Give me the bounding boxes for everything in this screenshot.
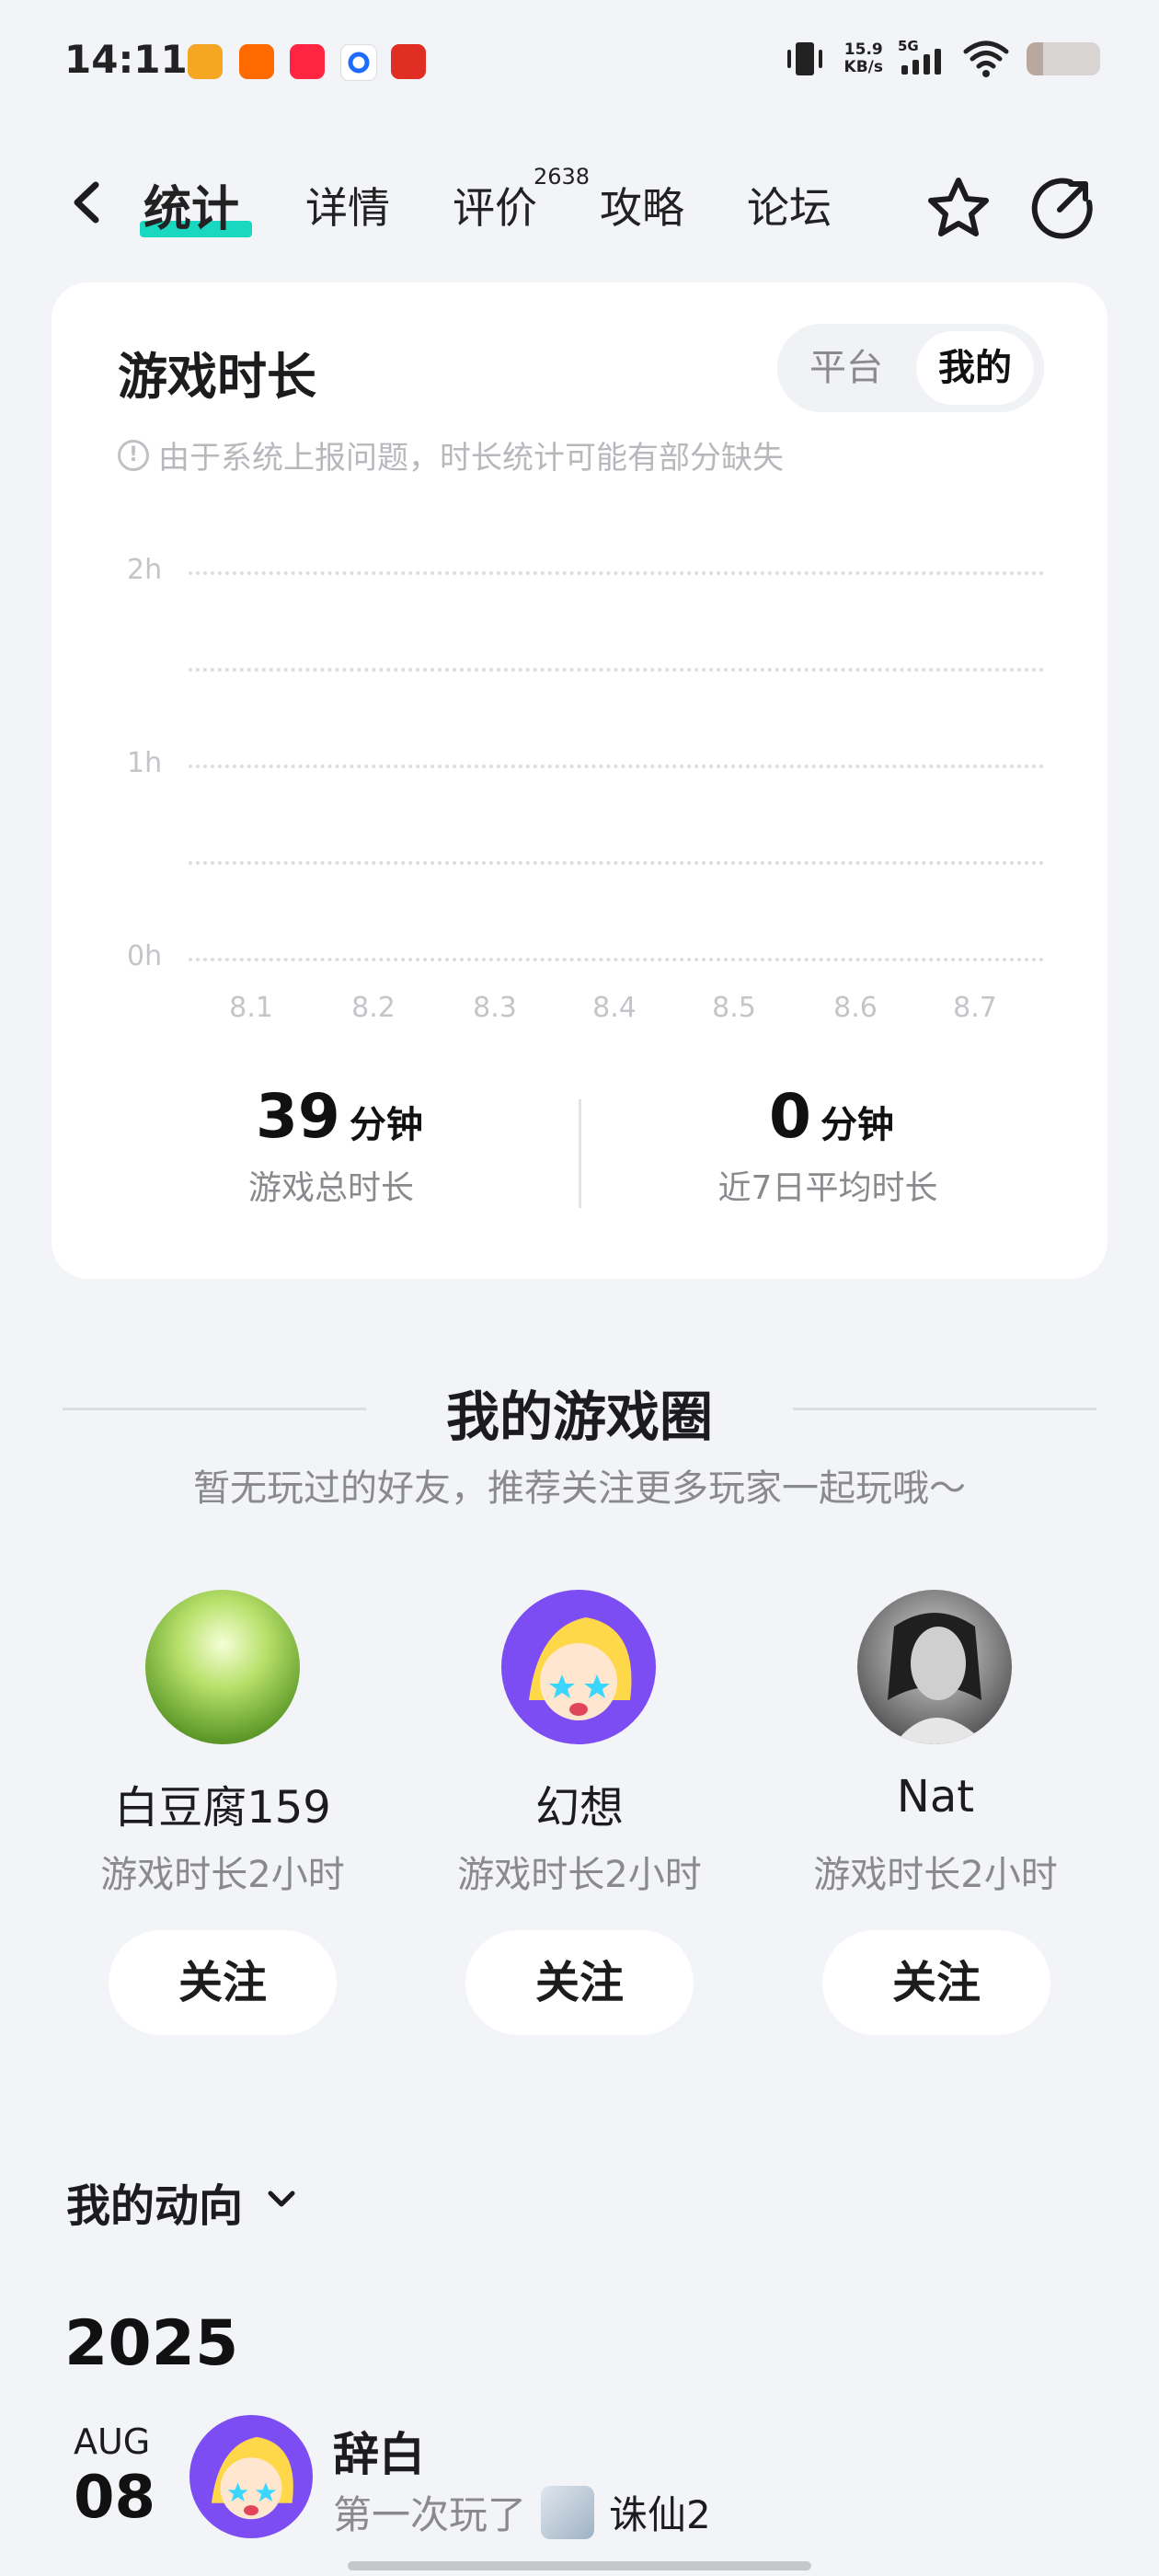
chevron-down-icon[interactable]: [261, 2179, 302, 2219]
data-missing-note: ! 由于系统上报问题，时长统计可能有部分缺失: [118, 432, 784, 477]
game-icon[interactable]: [541, 2485, 595, 2539]
activity-action: 第一次玩了: [333, 2492, 527, 2537]
tab-stats[interactable]: 统计: [143, 170, 239, 239]
x-tick-label: 8.1: [229, 992, 273, 1024]
info-icon: !: [118, 439, 149, 471]
toggle-mine[interactable]: 我的: [916, 331, 1034, 405]
follow-button[interactable]: 关注: [822, 1930, 1050, 2035]
total-playtime-value: 39: [256, 1081, 340, 1152]
signal-icon: 5G: [898, 38, 946, 75]
avg-playtime: 0 分钟: [769, 1081, 894, 1152]
x-tick-label: 8.5: [712, 992, 756, 1024]
avg-playtime-unit: 分钟: [820, 1104, 894, 1146]
x-tick-label: 8.3: [473, 992, 517, 1024]
avatar[interactable]: [145, 1590, 300, 1744]
follow-button[interactable]: 关注: [465, 1930, 694, 2035]
review-count-badge: 2638: [534, 164, 591, 190]
note-text: 由于系统上报问题，时长统计可能有部分缺失: [158, 440, 784, 477]
tab-guides[interactable]: 攻略: [600, 175, 684, 236]
game-circle-title: 我的游戏圈: [445, 1386, 713, 1448]
status-time: 14:11: [64, 37, 188, 82]
y-tick-label: 2h: [127, 554, 163, 586]
player-name: 白豆腐159: [114, 1782, 331, 1834]
x-tick-label: 8.7: [953, 992, 997, 1024]
activity-description: 第一次玩了 诛仙2: [333, 2484, 711, 2540]
activity-game-name[interactable]: 诛仙2: [609, 2484, 711, 2540]
stats-divider: [579, 1099, 581, 1208]
vibrate-icon: [786, 42, 822, 75]
player-playtime: 游戏时长2小时: [100, 1854, 345, 1896]
app-notification-icon: [340, 44, 377, 81]
app-notification-icon: [239, 44, 274, 79]
tab-details[interactable]: 详情: [305, 175, 390, 236]
status-indicators: 15.9 KB/s 5G: [782, 38, 1100, 79]
total-playtime: 39 分钟: [256, 1081, 423, 1152]
player-name: Nat: [896, 1771, 975, 1823]
x-tick-label: 8.6: [833, 992, 878, 1024]
favorite-star-icon[interactable]: [924, 173, 993, 243]
activity-day: 08: [74, 2464, 156, 2532]
activity-username[interactable]: 辞白: [333, 2418, 425, 2484]
gridline: [189, 958, 1044, 961]
player-playtime: 游戏时长2小时: [813, 1854, 1058, 1896]
player-name: 幻想: [534, 1782, 624, 1834]
x-tick-label: 8.4: [592, 992, 637, 1024]
network-type: 5G: [898, 38, 919, 54]
avatar[interactable]: [857, 1590, 1012, 1744]
tab-reviews[interactable]: 评价: [453, 175, 537, 236]
game-circle-subtitle: 暂无玩过的好友，推荐关注更多玩家一起玩哦～: [193, 1467, 966, 1510]
x-tick-label: 8.2: [351, 992, 396, 1024]
y-tick-label: 1h: [127, 747, 163, 779]
gridline: [189, 765, 1044, 768]
total-playtime-unit: 分钟: [349, 1104, 423, 1146]
toggle-platform[interactable]: 平台: [791, 331, 901, 405]
total-playtime-label: 游戏总时长: [247, 1169, 414, 1207]
avg-playtime-value: 0: [769, 1081, 811, 1152]
avg-playtime-label: 近7日平均时长: [717, 1169, 938, 1207]
wifi-icon: [963, 40, 1009, 77]
app-notification-icon: [391, 44, 426, 79]
activity-year: 2025: [64, 2307, 239, 2380]
activity-filter[interactable]: 我的动向: [66, 2169, 243, 2234]
network-speed: 15.9 KB/s: [843, 40, 883, 76]
share-icon[interactable]: [1027, 173, 1096, 243]
back-button[interactable]: [63, 170, 109, 235]
gridline: [189, 571, 1044, 575]
battery-icon: [1027, 42, 1100, 75]
gridline: [189, 668, 1044, 672]
app-notification-icon: [188, 44, 223, 79]
follow-button[interactable]: 关注: [109, 1930, 337, 2035]
tab-forum[interactable]: 论坛: [747, 175, 832, 236]
activity-month: AUG: [74, 2421, 151, 2462]
gridline: [189, 861, 1044, 865]
playtime-title: 游戏时长: [118, 348, 316, 406]
y-tick-label: 0h: [127, 940, 163, 972]
avatar[interactable]: [501, 1590, 656, 1744]
player-playtime: 游戏时长2小时: [457, 1854, 702, 1896]
app-notification-icon: [290, 44, 325, 79]
home-indicator[interactable]: [348, 2561, 811, 2570]
avatar[interactable]: [189, 2415, 313, 2538]
